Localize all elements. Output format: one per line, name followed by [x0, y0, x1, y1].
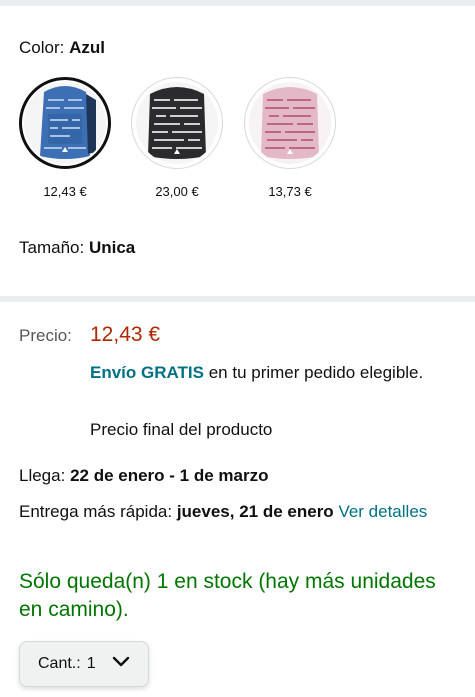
swatch-ring	[244, 77, 336, 169]
swatch-price: 13,73 €	[268, 184, 312, 199]
fastest-delivery-info: Entrega más rápida: jueves, 21 de enero …	[19, 499, 459, 524]
quantity-label: Cant.:	[38, 655, 81, 672]
backpack-black-image	[136, 82, 218, 164]
size-selection-label: Tamaño: Unica	[19, 238, 135, 258]
price-value: 12,43 €	[90, 323, 161, 346]
section-divider-top	[0, 0, 475, 6]
arrival-dates: 22 de enero - 1 de marzo	[70, 466, 269, 485]
shipping-info: Envío GRATIS en tu primer pedido elegibl…	[90, 360, 460, 385]
backpack-blue-image	[24, 82, 106, 164]
color-swatch-blue[interactable]	[19, 77, 111, 169]
color-selection-label: Color: Azul	[19, 38, 105, 58]
arrival-label: Llega:	[19, 466, 66, 485]
arrival-info: Llega: 22 de enero - 1 de marzo	[19, 466, 268, 486]
shipping-text: en tu primer pedido elegible.	[203, 363, 424, 382]
fastest-label: Entrega más rápida:	[19, 502, 173, 521]
final-price-note: Precio final del producto	[90, 420, 273, 439]
stock-status: Sólo queda(n) 1 en stock (hay más unidad…	[19, 570, 436, 621]
swatch-ring	[19, 77, 111, 169]
free-shipping-link[interactable]: Envío GRATIS	[90, 363, 204, 382]
swatch-price: 23,00 €	[155, 184, 199, 199]
swatch-price: 12,43 €	[43, 184, 87, 199]
size-label-key: Tamaño:	[19, 238, 85, 257]
quantity-dropdown[interactable]: Cant.: 1	[19, 641, 149, 687]
see-details-link[interactable]: Ver detalles	[338, 502, 427, 521]
section-divider	[0, 296, 475, 302]
swatch-ring	[131, 77, 223, 169]
price-label: Precio:	[19, 326, 72, 345]
backpack-pink-image	[249, 82, 331, 164]
fastest-date: jueves, 21 de enero	[176, 502, 334, 521]
price-row: Precio: 12,43 €	[19, 323, 160, 347]
color-swatch-pink[interactable]	[244, 77, 336, 169]
color-swatch-black[interactable]	[131, 77, 223, 169]
quantity-value: 1	[86, 655, 96, 672]
size-label-value: Unica	[88, 238, 136, 257]
color-label-value: Azul	[69, 38, 105, 57]
chevron-down-icon	[112, 655, 130, 673]
color-label-key: Color:	[19, 38, 65, 57]
